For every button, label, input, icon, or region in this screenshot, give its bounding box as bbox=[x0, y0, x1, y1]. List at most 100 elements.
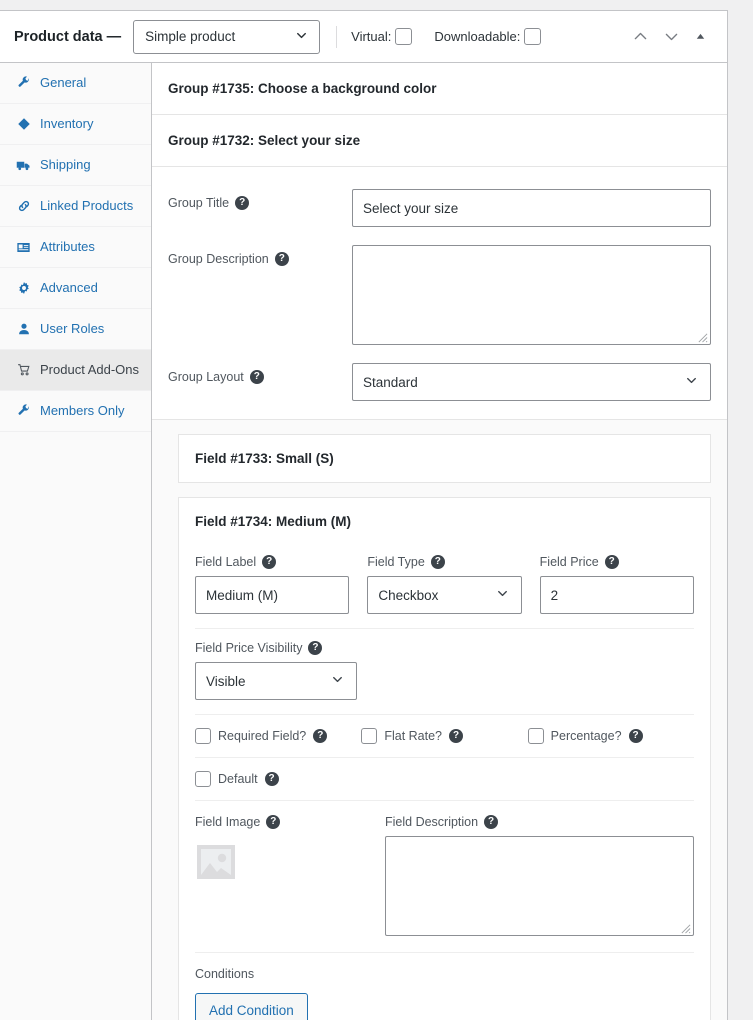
user-icon bbox=[15, 320, 32, 338]
field-header-1734[interactable]: Field #1734: Medium (M) bbox=[179, 498, 710, 545]
field-media-row: Field Image ? Field Description ? bbox=[195, 801, 694, 952]
required-field-checkbox[interactable] bbox=[195, 728, 211, 744]
percentage-checkbox[interactable] bbox=[527, 728, 544, 744]
help-icon[interactable]: ? bbox=[313, 729, 328, 743]
sidebar-item-user-roles[interactable]: User Roles bbox=[0, 309, 151, 350]
downloadable-checkbox-group: Downloadable: bbox=[434, 28, 542, 45]
sidebar-item-label: Members Only bbox=[40, 403, 125, 418]
product-data-header: Product data — Simple product Virtual: D… bbox=[0, 11, 727, 63]
field-label-cell: Field Label ? Medium (M) bbox=[195, 555, 350, 614]
sidebar-item-members-only[interactable]: Members Only bbox=[0, 391, 151, 432]
field-default-row: Default ? bbox=[195, 758, 694, 800]
sidebar-item-label: Product Add-Ons bbox=[40, 362, 139, 377]
field-price-input[interactable]: 2 bbox=[539, 576, 694, 614]
chevron-down-icon bbox=[495, 586, 510, 604]
field-image-caption: Field Image bbox=[195, 815, 261, 829]
sidebar-item-label: User Roles bbox=[40, 321, 105, 336]
flat-rate-label: Flat Rate? bbox=[384, 729, 442, 743]
help-icon[interactable]: ? bbox=[604, 555, 619, 569]
field-type-cell: Field Type ? Checkbox bbox=[367, 555, 522, 614]
field-settings-form: Field Label ? Medium (M) Field Type ? Ch… bbox=[179, 545, 710, 1020]
help-icon[interactable]: ? bbox=[430, 555, 445, 569]
wrench-icon bbox=[15, 402, 32, 420]
sidebar-item-general[interactable]: General bbox=[0, 63, 151, 104]
help-icon[interactable]: ? bbox=[628, 729, 643, 743]
group-header-1735[interactable]: Group #1735: Choose a background color bbox=[152, 63, 727, 115]
toggle-panel-icon[interactable] bbox=[694, 30, 707, 43]
help-icon[interactable]: ? bbox=[449, 729, 463, 743]
sidebar-item-attributes[interactable]: Attributes bbox=[0, 227, 151, 268]
sidebar-item-label: Attributes bbox=[40, 239, 95, 254]
sidebar-item-inventory[interactable]: Inventory bbox=[0, 104, 151, 145]
field-price-visibility-row: Field Price Visibility ? Visible bbox=[195, 629, 694, 714]
group-layout-label: Group Layout bbox=[168, 370, 244, 384]
downloadable-checkbox[interactable] bbox=[524, 28, 542, 45]
virtual-label: Virtual: bbox=[351, 29, 392, 44]
help-icon[interactable]: ? bbox=[308, 641, 323, 655]
help-icon[interactable]: ? bbox=[274, 252, 289, 266]
group-header-1732[interactable]: Group #1732: Select your size bbox=[152, 115, 727, 167]
default-toggle[interactable]: Default ? bbox=[195, 771, 279, 787]
default-label: Default bbox=[218, 772, 258, 786]
chevron-down-icon bbox=[330, 672, 345, 690]
percentage-label: Percentage? bbox=[550, 729, 622, 743]
field-header-1733[interactable]: Field #1733: Small (S) bbox=[179, 435, 710, 482]
truck-icon bbox=[15, 156, 32, 174]
help-icon[interactable]: ? bbox=[484, 815, 499, 829]
percentage-toggle[interactable]: Percentage? ? bbox=[527, 728, 694, 744]
help-icon[interactable]: ? bbox=[262, 555, 277, 569]
group-settings-form: Group Title ? Select your size Group Des… bbox=[152, 167, 727, 420]
group-description-row: Group Description ? bbox=[168, 239, 711, 357]
group-title-input[interactable]: Select your size bbox=[352, 189, 711, 227]
product-add-ons-panel: Group #1735: Choose a background color G… bbox=[152, 63, 727, 1020]
field-toggles-row: Required Field? ? Flat Rate? ? Percentag… bbox=[195, 715, 694, 757]
field-primary-row: Field Label ? Medium (M) Field Type ? Ch… bbox=[195, 545, 694, 628]
field-price-visibility-caption: Field Price Visibility bbox=[195, 641, 303, 655]
help-icon[interactable]: ? bbox=[235, 196, 250, 210]
sidebar-item-linked-products[interactable]: Linked Products bbox=[0, 186, 151, 227]
add-condition-button[interactable]: Add Condition bbox=[195, 993, 308, 1020]
group-layout-select[interactable]: Standard bbox=[352, 363, 711, 401]
field-card-1733: Field #1733: Small (S) bbox=[178, 434, 711, 483]
postbox-header-actions bbox=[632, 28, 715, 45]
help-icon[interactable]: ? bbox=[249, 370, 264, 384]
help-icon[interactable]: ? bbox=[266, 815, 281, 829]
product-type-select[interactable]: Simple product bbox=[133, 19, 321, 54]
sidebar-item-advanced[interactable]: Advanced bbox=[0, 268, 151, 309]
move-up-icon[interactable] bbox=[632, 28, 649, 45]
default-checkbox[interactable] bbox=[195, 771, 211, 787]
field-type-select[interactable]: Checkbox bbox=[367, 576, 522, 614]
required-field-toggle[interactable]: Required Field? ? bbox=[195, 728, 361, 744]
gear-icon bbox=[15, 279, 32, 297]
group-title-label: Group Title bbox=[168, 196, 230, 210]
field-price-visibility-value: Visible bbox=[206, 673, 246, 689]
field-type-value: Checkbox bbox=[378, 587, 439, 603]
resize-grip-icon[interactable] bbox=[680, 923, 691, 934]
product-data-metabox-screen: Product data — Simple product Virtual: D… bbox=[0, 0, 753, 1020]
move-down-icon[interactable] bbox=[663, 28, 680, 45]
field-price-visibility-caption-wrap: Field Price Visibility ? bbox=[195, 641, 357, 655]
field-label-input[interactable]: Medium (M) bbox=[195, 576, 350, 614]
flat-rate-toggle[interactable]: Flat Rate? ? bbox=[361, 728, 527, 744]
sidebar-item-label: Inventory bbox=[40, 116, 94, 131]
group-description-textarea[interactable] bbox=[352, 245, 711, 345]
field-price-visibility-select[interactable]: Visible bbox=[195, 662, 357, 700]
field-description-textarea[interactable] bbox=[385, 836, 694, 936]
field-price-visibility-cell: Field Price Visibility ? Visible bbox=[195, 641, 357, 700]
resize-grip-icon[interactable] bbox=[697, 332, 708, 343]
product-data-postbox: Product data — Simple product Virtual: D… bbox=[0, 10, 728, 1020]
sidebar-item-shipping[interactable]: Shipping bbox=[0, 145, 151, 186]
field-label-caption: Field Label bbox=[195, 555, 257, 569]
header-divider bbox=[336, 25, 338, 48]
flat-rate-checkbox[interactable] bbox=[361, 728, 378, 744]
fields-container: Field #1733: Small (S) Field #1734: Medi… bbox=[152, 434, 727, 1020]
link-icon bbox=[15, 197, 32, 215]
group-layout-row: Group Layout ? Standard bbox=[168, 357, 711, 413]
help-icon[interactable]: ? bbox=[264, 772, 279, 786]
field-image-placeholder[interactable] bbox=[195, 841, 237, 883]
field-label-caption-wrap: Field Label ? bbox=[195, 555, 349, 569]
virtual-checkbox[interactable] bbox=[395, 28, 413, 45]
sidebar-item-product-add-ons[interactable]: Product Add-Ons bbox=[0, 350, 151, 391]
field-description-caption: Field Description bbox=[385, 815, 479, 829]
field-type-caption: Field Type bbox=[367, 555, 425, 569]
